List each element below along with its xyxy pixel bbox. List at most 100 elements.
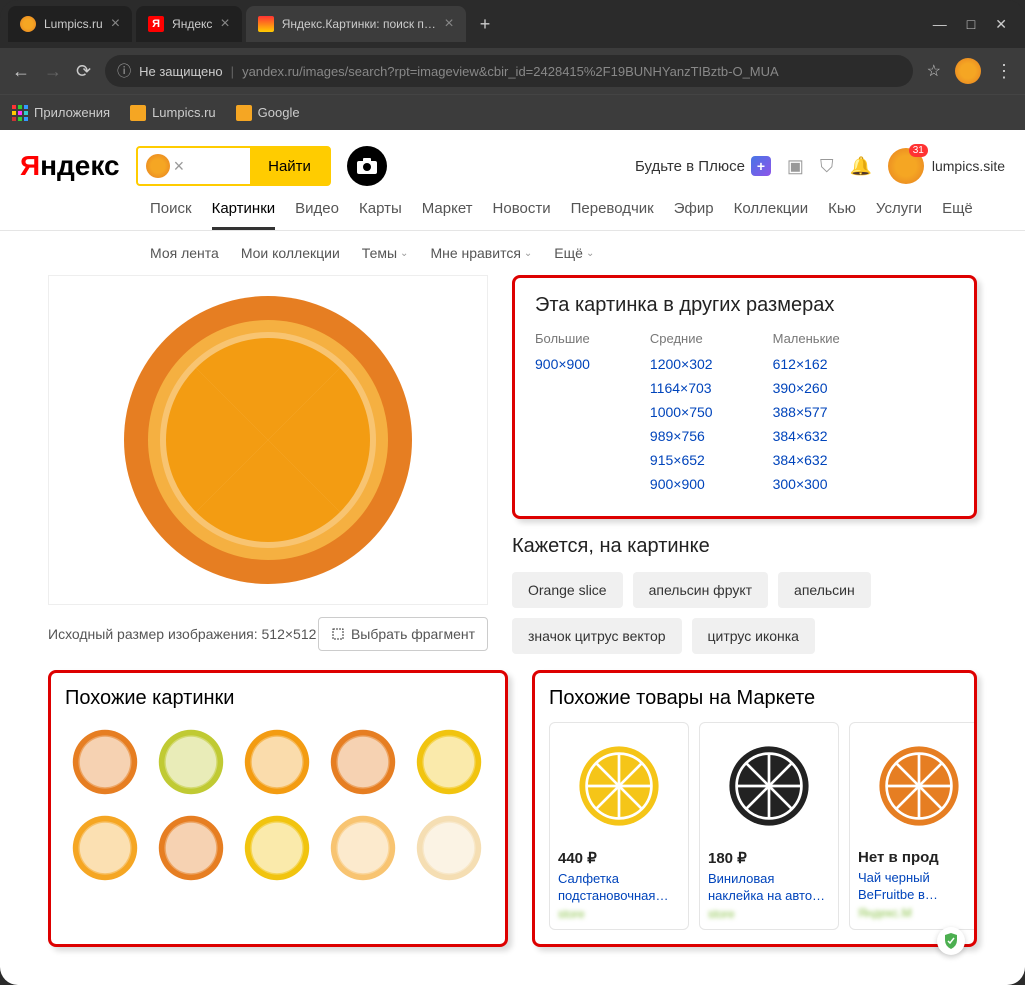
- bell-icon[interactable]: 🔔: [849, 156, 871, 177]
- collections-icon[interactable]: ▣: [787, 156, 804, 177]
- minimize-icon[interactable]: ―: [933, 16, 947, 33]
- security-badge-icon[interactable]: [937, 927, 965, 955]
- size-link[interactable]: 390×260: [773, 380, 840, 396]
- size-link[interactable]: 1164×703: [650, 380, 713, 396]
- main-image-preview[interactable]: [48, 275, 488, 605]
- search-image-thumb[interactable]: [146, 154, 170, 178]
- maximize-icon[interactable]: □: [967, 16, 975, 33]
- profile-avatar-icon[interactable]: [955, 58, 981, 84]
- address-bar: ← → ⟳ ⓘ Не защищено | yandex.ru/images/s…: [0, 48, 1025, 94]
- tab-title: Яндекс: [172, 17, 212, 31]
- camera-icon: [357, 158, 377, 174]
- product-card[interactable]: Нет в продЧай черный BeFruitbe в…Яндекс.…: [849, 722, 977, 930]
- image-subtab[interactable]: Мои коллекции: [241, 245, 340, 261]
- service-tab[interactable]: Ещё: [942, 200, 973, 230]
- camera-search-button[interactable]: [347, 146, 387, 186]
- suggestion-chip[interactable]: цитрус иконка: [692, 618, 815, 654]
- suggestion-chip[interactable]: значок цитрус вектор: [512, 618, 682, 654]
- size-link[interactable]: 900×900: [650, 476, 713, 492]
- size-link[interactable]: 612×162: [773, 356, 840, 372]
- product-image: [558, 731, 680, 841]
- new-tab-button[interactable]: +: [470, 14, 501, 35]
- size-link[interactable]: 300×300: [773, 476, 840, 492]
- tab-close-icon[interactable]: ×: [444, 15, 453, 33]
- notification-badge: 31: [909, 144, 928, 157]
- browser-tab[interactable]: Lumpics.ru ×: [8, 6, 132, 42]
- similar-image-thumb[interactable]: [151, 722, 231, 802]
- apps-button[interactable]: Приложения: [12, 105, 110, 121]
- crop-button[interactable]: Выбрать фрагмент: [318, 617, 488, 651]
- similar-image-thumb[interactable]: [409, 808, 489, 888]
- suggestion-chip[interactable]: апельсин: [778, 572, 871, 608]
- service-tab[interactable]: Переводчик: [571, 200, 654, 230]
- size-link[interactable]: 388×577: [773, 404, 840, 420]
- search-input[interactable]: [190, 158, 250, 174]
- tab-title: Lumpics.ru: [44, 17, 103, 31]
- suggestion-chip[interactable]: Orange slice: [512, 572, 623, 608]
- image-subtab[interactable]: Мне нравится⌄: [430, 245, 532, 261]
- size-link[interactable]: 1000×750: [650, 404, 713, 420]
- tab-close-icon[interactable]: ×: [220, 15, 229, 33]
- other-sizes-title: Эта картинка в других размерах: [535, 294, 954, 317]
- tab-close-icon[interactable]: ×: [111, 15, 120, 33]
- bookmark-star-icon[interactable]: ☆: [927, 61, 941, 81]
- product-card[interactable]: 440 ₽Салфетка подстановочная…store: [549, 722, 689, 930]
- bookmark-item[interactable]: Lumpics.ru: [130, 105, 216, 121]
- browser-tab[interactable]: Я Яндекс ×: [136, 6, 242, 42]
- browser-menu-icon[interactable]: ⋮: [995, 61, 1013, 82]
- similar-image-thumb[interactable]: [237, 722, 317, 802]
- service-tab[interactable]: Видео: [295, 200, 339, 230]
- size-link[interactable]: 989×756: [650, 428, 713, 444]
- favicon-icon: Я: [148, 16, 164, 32]
- size-link[interactable]: 384×632: [773, 428, 840, 444]
- clear-search-icon[interactable]: ×: [174, 156, 185, 177]
- info-icon[interactable]: ⓘ: [117, 61, 131, 81]
- service-tab[interactable]: Эфир: [674, 200, 714, 230]
- product-price: Нет в прод: [858, 849, 977, 866]
- suggestion-chip[interactable]: апельсин фрукт: [633, 572, 768, 608]
- url-field[interactable]: ⓘ Не защищено | yandex.ru/images/search?…: [105, 55, 913, 87]
- product-card[interactable]: 180 ₽Виниловая наклейка на авто…store: [699, 722, 839, 930]
- image-subtab[interactable]: Ещё⌄: [554, 245, 594, 261]
- bookmark-item[interactable]: Google: [236, 105, 300, 121]
- similar-image-thumb[interactable]: [323, 722, 403, 802]
- close-window-icon[interactable]: ✕: [995, 16, 1007, 33]
- seems-title: Кажется, на картинке: [512, 535, 977, 558]
- plus-icon: +: [751, 156, 771, 176]
- size-link[interactable]: 900×900: [535, 356, 590, 372]
- yandex-logo[interactable]: Яндекс: [20, 150, 120, 182]
- size-link[interactable]: 915×652: [650, 452, 713, 468]
- sizes-big-label: Большие: [535, 331, 590, 346]
- service-tab[interactable]: Картинки: [212, 200, 276, 230]
- similar-image-thumb[interactable]: [151, 808, 231, 888]
- similar-image-thumb[interactable]: [65, 722, 145, 802]
- image-subtab[interactable]: Моя лента: [150, 245, 219, 261]
- browser-tab-active[interactable]: Яндекс.Картинки: поиск по кар ×: [246, 6, 466, 42]
- image-subtab[interactable]: Темы⌄: [362, 245, 409, 261]
- search-button[interactable]: Найти: [250, 148, 329, 184]
- service-tab[interactable]: Услуги: [876, 200, 922, 230]
- chevron-down-icon: ⌄: [400, 248, 408, 259]
- service-tab[interactable]: Поиск: [150, 200, 192, 230]
- similar-image-thumb[interactable]: [323, 808, 403, 888]
- user-menu[interactable]: 31 lumpics.site: [888, 148, 1005, 184]
- similar-image-thumb[interactable]: [65, 808, 145, 888]
- similar-image-thumb[interactable]: [237, 808, 317, 888]
- service-tab[interactable]: Маркет: [422, 200, 473, 230]
- shield-icon[interactable]: ⛉: [820, 156, 834, 177]
- yandex-plus-promo[interactable]: Будьте в Плюсе +: [635, 156, 771, 176]
- service-tab[interactable]: Коллекции: [734, 200, 809, 230]
- page-content: Яндекс × Найти Будьте в Плюсе + ▣ ⛉ 🔔 31: [0, 130, 1025, 985]
- service-tab[interactable]: Новости: [493, 200, 551, 230]
- apps-label: Приложения: [34, 105, 110, 120]
- product-store: Яндекс.М: [858, 906, 977, 920]
- reload-button[interactable]: ⟳: [76, 61, 91, 82]
- back-button[interactable]: ←: [12, 61, 30, 82]
- similar-image-thumb[interactable]: [409, 722, 489, 802]
- service-tab[interactable]: Карты: [359, 200, 402, 230]
- service-tab[interactable]: Кью: [828, 200, 856, 230]
- size-link[interactable]: 384×632: [773, 452, 840, 468]
- size-link[interactable]: 1200×302: [650, 356, 713, 372]
- market-products-panel: Похожие товары на Маркете 440 ₽Салфетка …: [532, 670, 977, 947]
- forward-button[interactable]: →: [44, 61, 62, 82]
